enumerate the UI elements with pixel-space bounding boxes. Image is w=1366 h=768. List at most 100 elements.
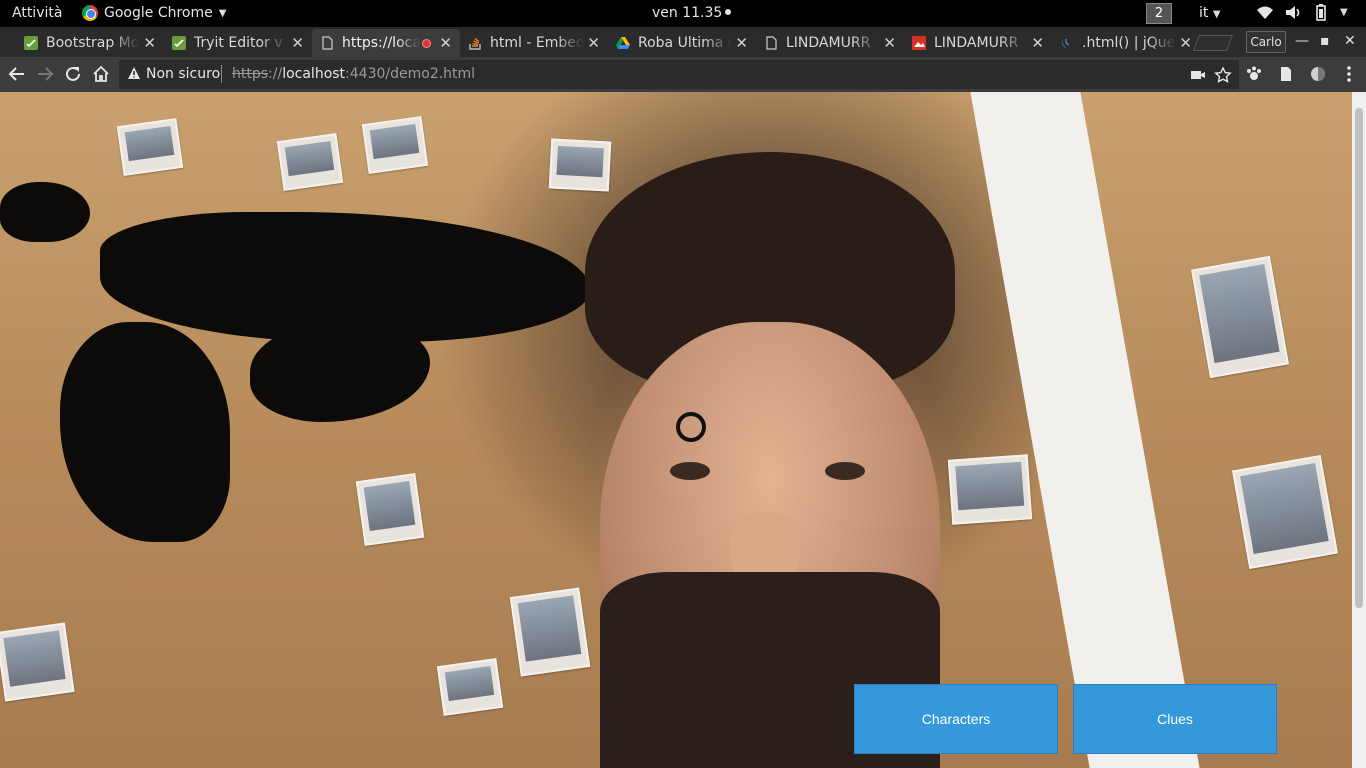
address-bar[interactable]: Non sicuro https://localhost:4430/demo2.… xyxy=(119,60,1239,89)
vertical-scrollbar[interactable] xyxy=(1352,92,1366,768)
arrow-right-icon xyxy=(38,67,54,81)
clock-text: ven 11.35 xyxy=(652,5,723,21)
url-protocol: https xyxy=(232,66,269,82)
drive-favicon-icon xyxy=(616,37,630,49)
wall-strip xyxy=(970,92,1200,768)
globe-extension-icon xyxy=(1311,67,1325,81)
scrollbar-thumb[interactable] xyxy=(1355,108,1363,608)
tryit-favicon-icon xyxy=(172,36,186,50)
photo-card xyxy=(276,133,344,191)
window-close-icon[interactable]: ✕ xyxy=(1344,33,1356,49)
tab-jquery[interactable]: .html() | jQue ✕ xyxy=(1052,29,1200,57)
close-icon[interactable]: ✕ xyxy=(587,34,600,52)
close-icon[interactable]: ✕ xyxy=(883,34,896,52)
tab-title: LINDAMURR xyxy=(786,35,871,51)
photo-card xyxy=(1232,454,1338,570)
battery-icon xyxy=(1316,4,1326,21)
page-favicon-icon xyxy=(322,36,333,50)
chrome-logo-icon xyxy=(82,5,98,21)
gaze-marker xyxy=(676,412,706,442)
caret-down-icon: ▼ xyxy=(218,7,227,19)
language-menu[interactable]: it ▼ xyxy=(1199,5,1221,21)
chrome-menu-button[interactable] xyxy=(1336,62,1362,86)
photo-card xyxy=(0,622,75,702)
language-label: it xyxy=(1199,5,1209,21)
characters-button[interactable]: Characters xyxy=(854,684,1058,754)
tab-localhost-active[interactable]: https://loca ✕ xyxy=(312,29,460,57)
tab-lindamurr-1[interactable]: LINDAMURR ✕ xyxy=(756,29,904,57)
tryit-favicon-icon xyxy=(24,36,38,50)
profile-button[interactable]: Carlo xyxy=(1246,31,1286,53)
recording-indicator-icon xyxy=(422,38,431,48)
close-icon[interactable]: ✕ xyxy=(143,34,156,52)
photo-card xyxy=(116,118,184,176)
close-icon[interactable]: ✕ xyxy=(1179,34,1192,52)
webcam-video-feed: Characters Clues xyxy=(0,92,1352,768)
photo-card xyxy=(361,116,429,174)
omnibox-divider xyxy=(221,65,222,83)
world-map-africa xyxy=(60,322,230,542)
tab-title: .html() | jQue xyxy=(1082,35,1176,51)
photo-card xyxy=(1191,255,1289,379)
reload-icon xyxy=(66,66,80,81)
tab-bootstrap[interactable]: Bootstrap Mo ✕ xyxy=(16,29,164,57)
jquery-favicon-icon xyxy=(1062,38,1070,48)
world-map-asia-south xyxy=(250,322,430,422)
reload-button[interactable] xyxy=(60,62,86,86)
home-button[interactable] xyxy=(88,62,114,86)
wifi-icon xyxy=(1257,6,1273,19)
page-favicon-icon xyxy=(766,36,777,50)
camera-icon[interactable] xyxy=(1189,66,1207,84)
close-icon[interactable]: ✕ xyxy=(291,34,304,52)
app-menu[interactable]: Google Chrome ▼ xyxy=(82,5,226,21)
forward-button[interactable] xyxy=(32,62,58,86)
warning-icon xyxy=(128,67,140,79)
system-top-bar: Attività Google Chrome ▼ ven 11.35 2 it … xyxy=(0,0,1366,27)
close-icon[interactable]: ✕ xyxy=(439,34,452,52)
photo-card xyxy=(509,587,591,677)
kebab-menu-icon xyxy=(1347,66,1351,82)
tab-title: https://loca xyxy=(342,35,420,51)
back-button[interactable] xyxy=(4,62,30,86)
tab-html-embed[interactable]: html - Embed ✕ xyxy=(460,29,608,57)
person-eye xyxy=(670,462,710,480)
clock[interactable]: ven 11.35 xyxy=(652,5,732,21)
security-chip[interactable]: Non sicuro xyxy=(146,66,220,82)
browser-toolbar: Non sicuro https://localhost:4430/demo2.… xyxy=(0,57,1366,92)
document-extension-icon xyxy=(1281,67,1291,81)
close-icon[interactable]: ✕ xyxy=(1031,34,1044,52)
photo-card xyxy=(947,454,1033,525)
workspace-indicator[interactable]: 2 xyxy=(1146,3,1172,24)
paw-extension-icon xyxy=(1247,66,1261,80)
tab-lindamurr-2[interactable]: LINDAMURR ✕ xyxy=(904,29,1052,57)
caret-down-icon: ▼ xyxy=(1212,9,1221,20)
clues-button[interactable]: Clues xyxy=(1073,684,1277,754)
url-host: localhost xyxy=(282,66,346,82)
url-text[interactable]: https://localhost:4430/demo2.html xyxy=(232,66,475,82)
world-map-fragment xyxy=(0,182,90,242)
extension-button[interactable] xyxy=(1241,62,1267,86)
tab-google-drive[interactable]: Roba Ultima g ✕ xyxy=(608,29,756,57)
tab-title: html - Embed xyxy=(490,35,584,51)
app-name: Google Chrome xyxy=(104,5,213,21)
photo-card xyxy=(355,473,425,546)
close-icon[interactable]: ✕ xyxy=(735,34,748,52)
stackoverflow-favicon-icon xyxy=(469,37,481,50)
extension-button[interactable] xyxy=(1305,62,1331,86)
maximize-icon[interactable]: ▪ xyxy=(1320,33,1330,49)
tab-tryit-editor[interactable]: Tryit Editor v ✕ xyxy=(164,29,312,57)
system-status-menu[interactable]: ▼ xyxy=(1256,4,1348,21)
minimize-icon[interactable]: — xyxy=(1295,33,1309,49)
arrow-left-icon xyxy=(8,67,24,81)
new-tab-button[interactable] xyxy=(1193,35,1233,51)
home-icon xyxy=(93,65,109,82)
tab-title: Roba Ultima g xyxy=(638,35,732,51)
photo-card xyxy=(548,138,612,192)
tab-title: Bootstrap Mo xyxy=(46,35,140,51)
bookmark-star-icon[interactable] xyxy=(1214,66,1232,84)
extension-button[interactable] xyxy=(1273,62,1299,86)
activities-button[interactable]: Attività xyxy=(12,5,62,21)
person-eye xyxy=(825,462,865,480)
tab-strip: Bootstrap Mo ✕ Tryit Editor v ✕ https://… xyxy=(0,27,1366,57)
url-path: :4430/demo2.html xyxy=(345,66,476,82)
